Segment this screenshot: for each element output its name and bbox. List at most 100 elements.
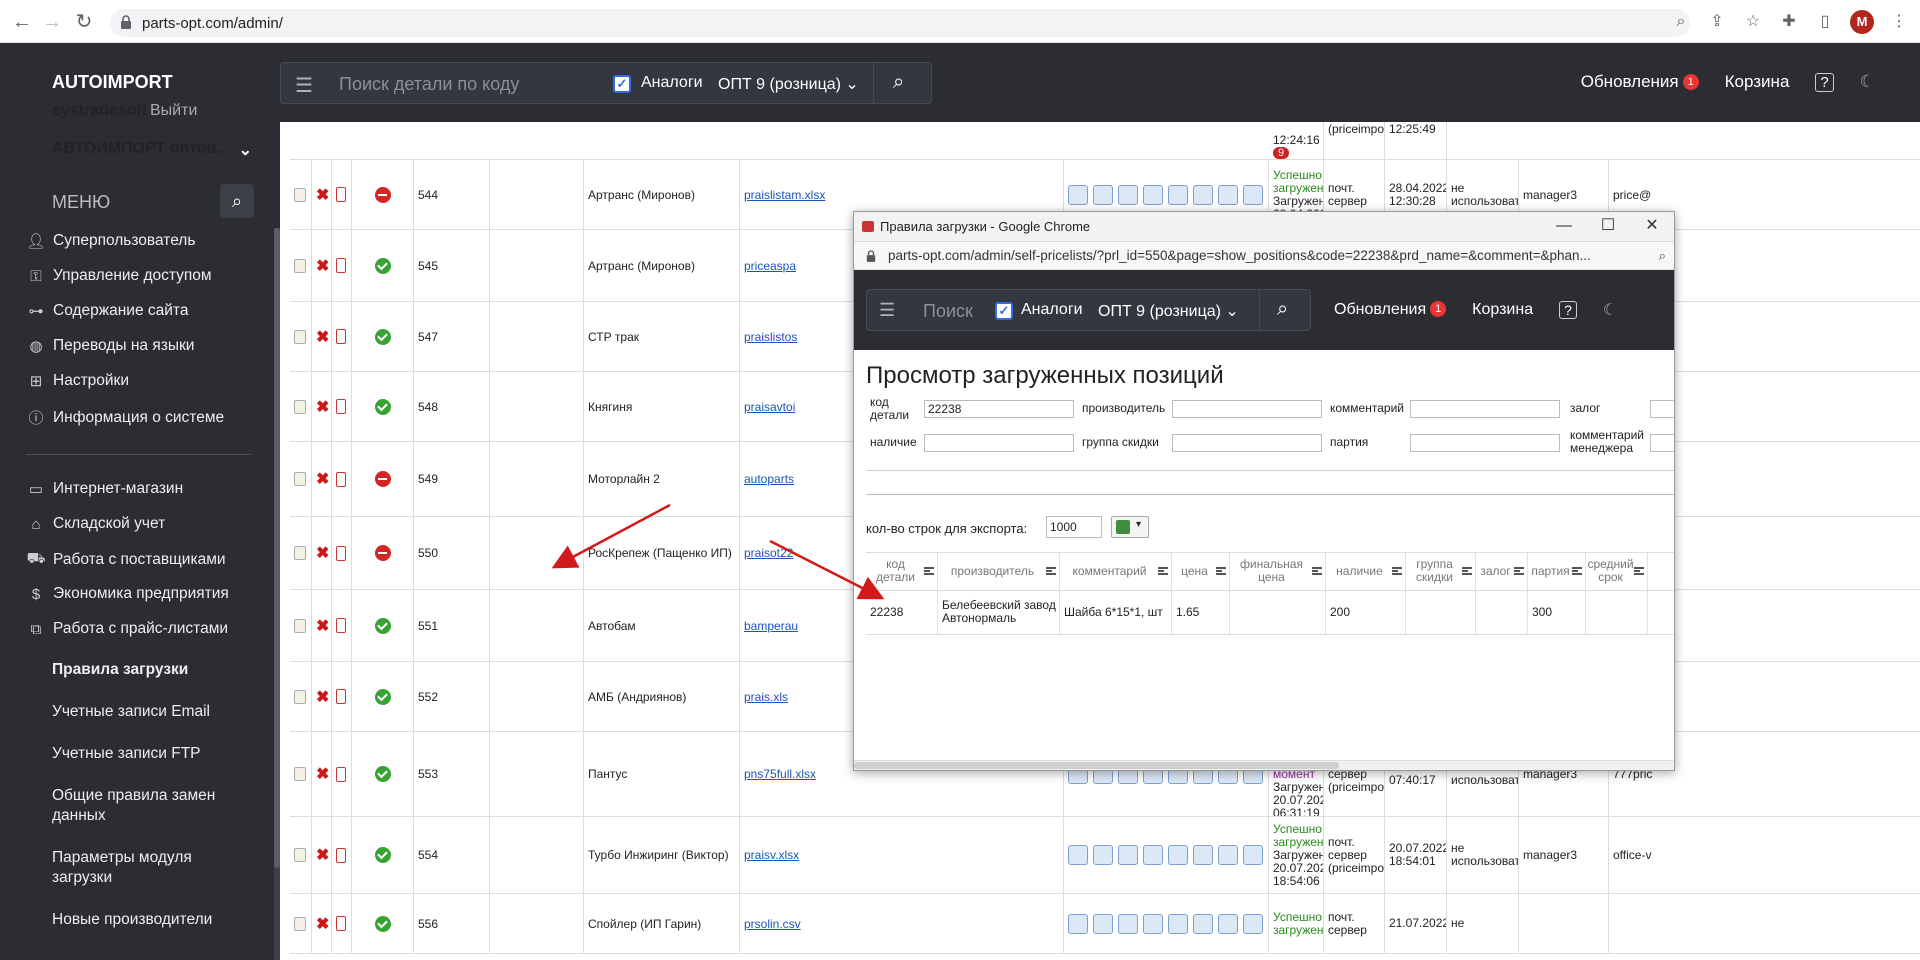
action-icon[interactable] <box>1168 845 1188 865</box>
copy-icon[interactable] <box>332 442 352 516</box>
delete-icon[interactable]: ✖ <box>312 160 332 229</box>
sort-icon[interactable] <box>1158 567 1168 575</box>
copy-icon[interactable] <box>332 230 352 301</box>
pricelist-file-link[interactable]: praisavtoi <box>744 400 795 414</box>
action-icon[interactable] <box>1168 913 1188 934</box>
edit-icon[interactable] <box>290 302 312 371</box>
pricelist-file-link[interactable]: prais.xls <box>744 690 788 704</box>
copy-icon[interactable] <box>332 302 352 371</box>
column-header[interactable]: производитель <box>938 552 1060 590</box>
pricelist-file-link[interactable]: prsolin.csv <box>744 917 801 931</box>
bookmark-star-icon[interactable]: ☆ <box>1742 11 1764 33</box>
action-icon[interactable] <box>1068 845 1088 865</box>
logout-link[interactable]: Выйти <box>150 102 197 120</box>
delete-icon[interactable]: ✖ <box>312 590 332 661</box>
pricelist-file-link[interactable]: priceaspa <box>744 259 796 273</box>
action-icon[interactable] <box>1193 845 1213 865</box>
sort-icon[interactable] <box>1634 567 1644 575</box>
column-header[interactable]: финальная цена <box>1230 552 1326 590</box>
cart-link[interactable]: Корзина <box>1725 72 1790 92</box>
filter-stock-input[interactable] <box>924 434 1074 452</box>
action-icon[interactable] <box>1118 184 1138 205</box>
popup-price-type-select[interactable]: ОПТ 9 (розница) ⌄ <box>1098 301 1239 321</box>
action-icon[interactable] <box>1118 845 1138 865</box>
sort-icon[interactable] <box>1392 567 1402 575</box>
sort-icon[interactable] <box>1514 567 1524 575</box>
filter-code-input[interactable]: 22238 <box>924 400 1074 418</box>
zoom-icon[interactable]: ⌕ <box>1670 11 1692 33</box>
copy-icon[interactable] <box>332 517 352 589</box>
popup-horizontal-scrollbar[interactable] <box>854 760 1674 770</box>
share-icon[interactable]: ⇪ <box>1706 11 1728 33</box>
action-icon[interactable] <box>1218 845 1238 865</box>
close-icon[interactable]: ✕ <box>1630 212 1674 242</box>
column-header[interactable]: наличие <box>1326 552 1406 590</box>
action-icon[interactable] <box>1168 184 1188 205</box>
popup-cart-link[interactable]: Корзина <box>1472 301 1533 319</box>
filter-manager-comment-input[interactable] <box>1650 434 1674 452</box>
delete-icon[interactable]: ✖ <box>312 517 332 589</box>
pricelist-file-link[interactable]: praisv.xlsx <box>744 848 799 862</box>
menu-dots-icon[interactable]: ⋮ <box>1888 11 1910 33</box>
delete-icon[interactable]: ✖ <box>312 230 332 301</box>
delete-icon[interactable]: ✖ <box>312 442 332 516</box>
column-header[interactable]: код детали <box>866 552 938 590</box>
export-rows-input[interactable]: 1000 <box>1046 516 1102 538</box>
action-icon[interactable] <box>1093 913 1113 934</box>
sort-icon[interactable] <box>1216 567 1226 575</box>
edit-icon[interactable] <box>290 894 312 953</box>
copy-icon[interactable] <box>332 160 352 229</box>
menu-search-icon[interactable]: ⌕ <box>220 184 254 218</box>
reload-icon[interactable]: ↻ <box>72 10 96 34</box>
sidepanel-icon[interactable]: ▯ <box>1814 11 1836 33</box>
copy-icon[interactable] <box>332 662 352 731</box>
column-header[interactable]: комментарий <box>1060 552 1172 590</box>
search-icon[interactable]: ⌕ <box>893 71 904 94</box>
filter-discount-input[interactable] <box>1172 434 1322 452</box>
action-icon[interactable] <box>1143 845 1163 865</box>
pricelist-file-link[interactable]: praislistam.xlsx <box>744 188 825 202</box>
edit-icon[interactable] <box>290 517 312 589</box>
sort-icon[interactable] <box>1462 567 1472 575</box>
extensions-icon[interactable]: ✚ <box>1778 11 1800 33</box>
delete-icon[interactable]: ✖ <box>312 894 332 953</box>
dark-mode-moon-icon[interactable]: ☾ <box>1860 72 1875 92</box>
pricelist-file-link[interactable]: praislistos <box>744 330 797 344</box>
sort-icon[interactable] <box>1046 567 1056 575</box>
action-icon[interactable] <box>1068 913 1088 934</box>
popup-search-icon[interactable]: ⌕ <box>1277 298 1288 321</box>
pricelist-file-link[interactable]: autoparts <box>744 472 794 486</box>
back-icon[interactable]: ← <box>10 10 34 34</box>
updates-link[interactable]: Обновления 1 <box>1581 72 1699 92</box>
pricelist-file-link[interactable]: praisot22 <box>744 546 793 560</box>
column-header[interactable]: партия <box>1528 552 1586 590</box>
delete-icon[interactable]: ✖ <box>312 817 332 893</box>
action-icon[interactable] <box>1093 845 1113 865</box>
maximize-icon[interactable]: ☐ <box>1586 212 1630 242</box>
address-bar[interactable]: parts-opt.com/admin/ <box>110 9 1690 37</box>
edit-icon[interactable] <box>290 732 312 816</box>
copy-icon[interactable] <box>332 894 352 953</box>
pricelist-file-link[interactable]: bamperau <box>744 619 798 633</box>
column-header[interactable]: залог <box>1476 552 1528 590</box>
filter-sliders-icon[interactable]: ☰ <box>295 73 313 98</box>
action-icon[interactable] <box>1118 913 1138 934</box>
popup-analogs-checkbox[interactable]: ✓ <box>995 302 1013 320</box>
action-icon[interactable] <box>1143 184 1163 205</box>
edit-icon[interactable] <box>290 662 312 731</box>
action-icon[interactable] <box>1243 913 1263 934</box>
pricelist-file-link[interactable]: pns75full.xlsx <box>744 767 816 781</box>
copy-icon[interactable] <box>332 372 352 441</box>
sort-icon[interactable] <box>924 567 934 575</box>
copy-icon[interactable] <box>332 732 352 816</box>
action-icon[interactable] <box>1218 184 1238 205</box>
popup-updates-link[interactable]: Обновления 1 <box>1334 301 1447 319</box>
edit-icon[interactable] <box>290 817 312 893</box>
minimize-icon[interactable]: — <box>1542 212 1586 242</box>
copy-icon[interactable] <box>332 817 352 893</box>
edit-icon[interactable] <box>290 160 312 229</box>
action-icon[interactable] <box>1193 913 1213 934</box>
search-input[interactable]: Поиск детали по коду <box>339 74 519 95</box>
delete-icon[interactable]: ✖ <box>312 732 332 816</box>
brand-logo[interactable]: AUTOIMPORT <box>52 72 173 93</box>
